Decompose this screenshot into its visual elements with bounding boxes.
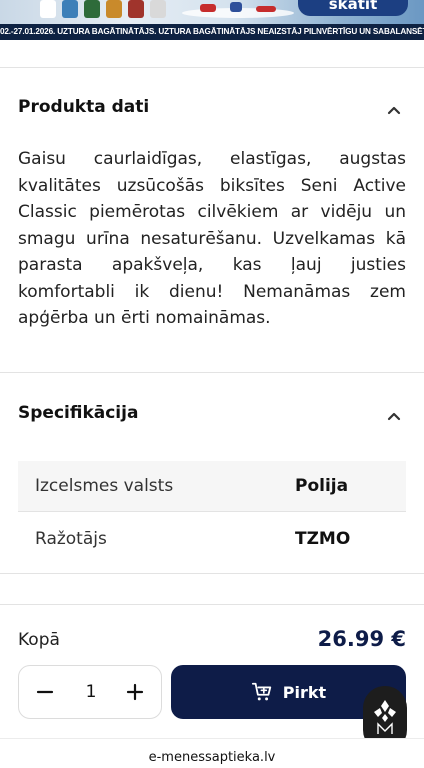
add-to-cart-icon — [251, 681, 273, 703]
buy-button-label: Pirkt — [282, 682, 327, 702]
minus-icon — [36, 690, 54, 694]
specification-title[interactable]: Specifikācija — [18, 403, 138, 423]
decrease-quantity-button[interactable] — [19, 666, 71, 718]
quantity-value[interactable]: 1 — [71, 666, 111, 718]
divider — [0, 573, 424, 574]
quantity-stepper: 1 — [18, 665, 162, 719]
total-label: Kopā — [18, 630, 60, 650]
spec-label: Izcelsmes valsts — [35, 476, 174, 496]
moon-pharmacy-logo-icon — [374, 700, 396, 734]
spec-value: Polija — [295, 476, 349, 496]
chevron-up-icon[interactable] — [386, 408, 402, 424]
increase-quantity-button[interactable] — [109, 666, 161, 718]
promo-disclaimer: 02.-27.01.2026. UZTURA BAGĀTINĀTĀJS. UZT… — [0, 24, 424, 40]
spec-row-country: Izcelsmes valsts Polija — [18, 461, 406, 511]
product-description: Gaisu caurlaidīgas, elastīgas, augstas k… — [18, 149, 406, 328]
promo-product-images — [40, 0, 180, 18]
plus-icon — [126, 683, 144, 701]
divider — [0, 604, 424, 605]
product-data-title[interactable]: Produkta dati — [18, 97, 149, 117]
chevron-up-icon[interactable] — [386, 102, 402, 118]
total-price: 26.99 € — [317, 627, 406, 651]
spec-row-manufacturer: Ražotājs TZMO — [18, 514, 406, 564]
spec-label: Ražotājs — [35, 529, 107, 549]
spec-divider — [18, 511, 406, 512]
spec-value: TZMO — [295, 529, 351, 549]
divider — [0, 67, 424, 68]
promo-banner[interactable]: skatīt 02.-27.01.2026. UZTURA BAGĀTINĀTĀ… — [0, 0, 424, 40]
divider — [0, 372, 424, 373]
promo-sled-image — [182, 2, 294, 18]
browser-url[interactable]: e-menessaptieka.lv — [0, 738, 424, 768]
promo-cta-button[interactable]: skatīt — [298, 0, 408, 16]
